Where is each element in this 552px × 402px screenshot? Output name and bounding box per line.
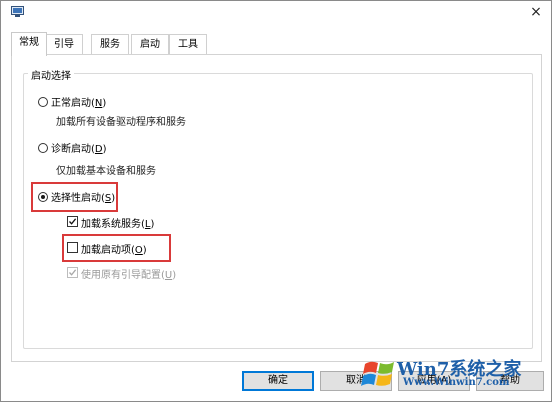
normal-startup-option[interactable]: 正常启动(N) [51,94,106,109]
startup-selection-group: 启动选择 正常启动(N) 加载所有设备驱动程序和服务 诊断启动(D) 仅加载基本… [23,67,533,349]
normal-startup-label: 正常启动 [51,98,91,109]
checkmark-icon [69,218,77,225]
normal-startup-radio[interactable] [38,97,48,107]
load-system-services-checkbox[interactable] [67,216,78,227]
tab-general[interactable]: 常规 [11,32,47,56]
use-original-boot-config-key: U [164,270,173,281]
diagnostic-startup-label: 诊断启动 [51,144,91,155]
load-system-services-label: 加载系统服务 [81,219,141,230]
selective-startup-key: S [104,193,112,204]
selective-startup-label: 选择性启动 [51,193,101,204]
tab-boot[interactable]: 引导 [45,34,83,55]
diagnostic-startup-description: 仅加载基本设备和服务 [56,166,156,177]
general-tab-panel: 启动选择 正常启动(N) 加载所有设备驱动程序和服务 诊断启动(D) 仅加载基本… [11,54,542,362]
checkmark-icon [69,269,77,276]
load-startup-items-checkbox[interactable] [67,242,78,253]
tab-services[interactable]: 服务 [91,34,129,55]
watermark: Win7系统之家 Www.Winwin7.com [357,350,551,400]
load-startup-items-label: 加载启动项 [81,245,131,256]
group-legend: 启动选择 [28,67,74,82]
use-original-boot-config-checkbox [67,267,78,278]
normal-startup-key: N [94,98,103,109]
selective-startup-option[interactable]: 选择性启动(S) [51,189,115,204]
load-system-services-option[interactable]: 加载系统服务(L) [81,215,154,230]
use-original-boot-config-label: 使用原有引导配置 [81,270,161,281]
use-original-boot-config-option: 使用原有引导配置(U) [81,270,177,281]
selective-startup-radio[interactable] [38,192,48,202]
close-button[interactable]: × [524,2,548,22]
load-system-services-key: L [144,219,151,230]
ok-button[interactable]: 确定 [242,371,314,391]
normal-startup-description: 加载所有设备驱动程序和服务 [56,117,186,128]
load-startup-items-key: O [134,245,143,256]
watermark-url: Www.Winwin7.com [403,377,510,388]
diagnostic-startup-key: D [94,144,103,155]
diagnostic-startup-radio[interactable] [38,143,48,153]
tab-tools[interactable]: 工具 [169,34,207,55]
tab-startup[interactable]: 启动 [131,34,169,55]
windows-logo-icon [361,361,394,386]
load-startup-items-option[interactable]: 加载启动项(O) [81,241,147,256]
system-config-icon [11,6,24,17]
diagnostic-startup-option[interactable]: 诊断启动(D) [51,140,107,155]
